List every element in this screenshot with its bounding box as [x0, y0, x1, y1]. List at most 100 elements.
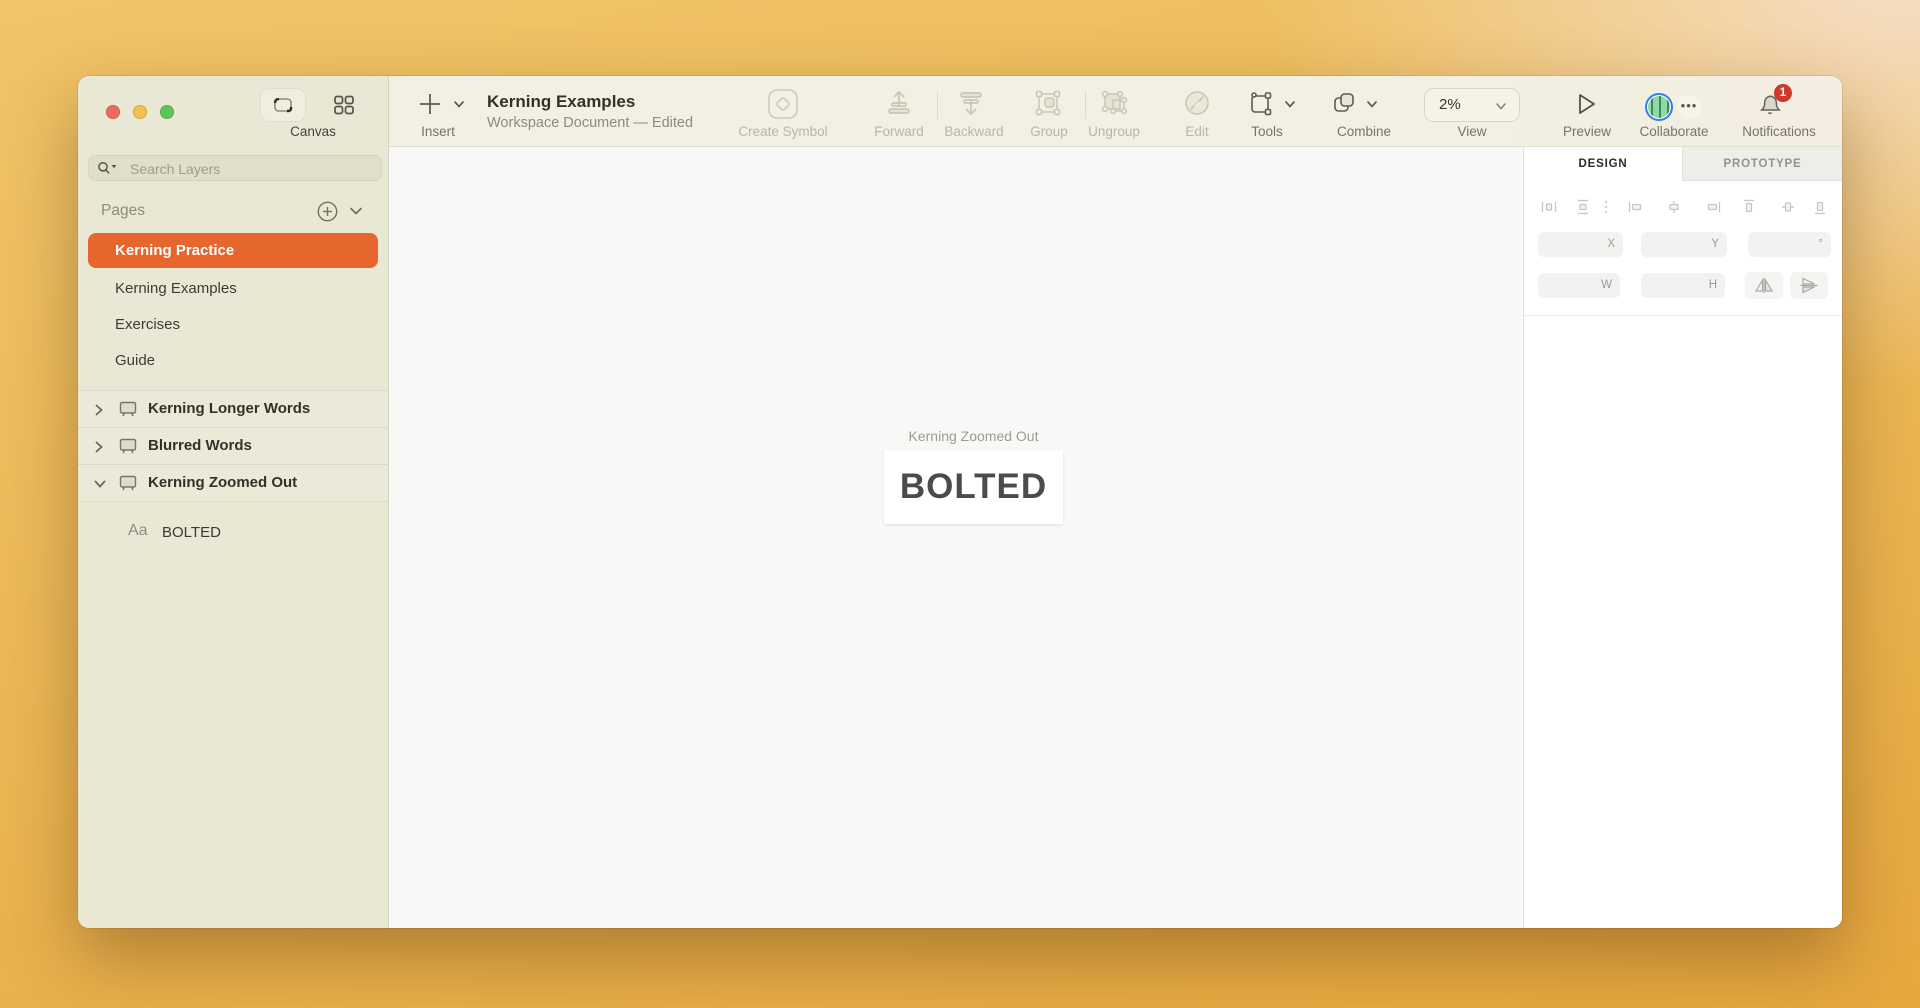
close-button[interactable] — [106, 105, 120, 119]
backward-label: Backward — [929, 124, 1019, 139]
distribute-horizontally-icon — [1541, 199, 1557, 215]
search-field[interactable] — [88, 155, 382, 181]
layer-name: BOLTED — [162, 524, 221, 541]
toolbar-separator — [1085, 91, 1086, 119]
combine-label[interactable]: Combine — [1324, 124, 1404, 139]
text-layer-icon: Aa — [128, 522, 148, 540]
components-view-button[interactable] — [332, 93, 356, 117]
y-field-label: Y — [1711, 238, 1719, 250]
inspector-panel: DESIGN PROTOTYPE — [1523, 147, 1842, 928]
sketch-app-window: Canvas Pages Kerning Practice Kerning Ex… — [78, 76, 1842, 928]
align-center-horizontally-icon — [1666, 199, 1682, 215]
page-label: Exercises — [115, 316, 180, 333]
page-item-kerning-practice[interactable]: Kerning Practice — [88, 233, 378, 268]
x-position-field: X — [1538, 232, 1623, 257]
ungroup-label: Ungroup — [1074, 124, 1154, 139]
artboard-row-kerning-longer-words[interactable]: Kerning Longer Words — [78, 390, 388, 427]
collaborate-more-icon[interactable]: ••• — [1677, 95, 1701, 119]
toolbar: Insert Kerning Examples Workspace Docume… — [389, 76, 1842, 147]
chevron-down-icon[interactable] — [94, 479, 106, 489]
sidebar: Canvas Pages Kerning Practice Kerning Ex… — [78, 76, 389, 928]
tools-label[interactable]: Tools — [1237, 124, 1297, 139]
distribute-vertically-icon — [1575, 199, 1591, 215]
collaborator-avatar[interactable] — [1645, 93, 1673, 121]
rotation-field-label: ° — [1818, 238, 1823, 250]
align-right-icon — [1705, 199, 1721, 215]
artboard-title-label[interactable]: Kerning Zoomed Out — [884, 428, 1063, 444]
notifications-label[interactable]: Notifications — [1729, 124, 1829, 139]
tools-chevron-icon[interactable] — [1284, 100, 1296, 109]
rotation-field: ° — [1748, 232, 1831, 257]
tools-icon[interactable] — [1247, 90, 1275, 118]
chevron-down-icon — [1495, 102, 1507, 111]
create-symbol-label: Create Symbol — [733, 124, 833, 139]
view-label: View — [1437, 124, 1507, 139]
canvas-view-label: Canvas — [253, 124, 373, 139]
page-item-exercises[interactable]: Exercises — [88, 307, 378, 342]
artboard-name: Blurred Words — [148, 437, 252, 454]
canvas-frame-icon — [272, 94, 294, 116]
ungroup-icon — [1099, 89, 1129, 117]
height-field-label: H — [1709, 279, 1717, 291]
move-backward-icon — [956, 88, 986, 118]
pages-collapse-chevron-icon[interactable] — [349, 206, 363, 216]
artboard-row-kerning-zoomed-out[interactable]: Kerning Zoomed Out — [78, 464, 388, 502]
align-top-icon — [1741, 199, 1757, 215]
document-title: Kerning Examples — [487, 92, 635, 112]
chevron-right-icon[interactable] — [94, 441, 104, 453]
pages-header: Pages — [101, 202, 145, 220]
divider-dots-icon — [1604, 199, 1608, 215]
inspector-divider — [1524, 315, 1842, 316]
collaborate-label[interactable]: Collaborate — [1629, 124, 1719, 139]
insert-chevron-icon[interactable] — [453, 100, 465, 109]
notification-badge: 1 — [1774, 84, 1792, 102]
create-symbol-icon — [766, 87, 800, 121]
minimize-button[interactable] — [133, 105, 147, 119]
preview-play-icon[interactable] — [1575, 91, 1599, 117]
tab-design[interactable]: DESIGN — [1524, 147, 1682, 181]
group-icon — [1034, 89, 1062, 117]
align-bottom-icon — [1812, 199, 1828, 215]
zoom-button[interactable] — [160, 105, 174, 119]
flip-horizontal-button — [1745, 272, 1783, 299]
flip-vertical-button — [1790, 272, 1828, 299]
avatar-image — [1648, 96, 1670, 118]
move-forward-icon — [884, 88, 914, 118]
zoom-level-value: 2% — [1439, 96, 1461, 113]
width-field-label: W — [1601, 279, 1612, 291]
forward-label: Forward — [859, 124, 939, 139]
page-label: Kerning Practice — [115, 242, 234, 259]
artboard-icon — [118, 400, 138, 418]
align-left-icon — [1628, 199, 1644, 215]
chevron-right-icon[interactable] — [94, 404, 104, 416]
height-field: H — [1641, 273, 1725, 298]
toolbar-separator — [937, 91, 938, 119]
artboard-name: Kerning Zoomed Out — [148, 474, 297, 491]
add-page-button[interactable] — [317, 201, 338, 222]
artboard-icon — [118, 437, 138, 455]
combine-chevron-icon[interactable] — [1366, 100, 1378, 109]
desktop-background: Canvas Pages Kerning Practice Kerning Ex… — [0, 0, 1920, 1008]
artboard-kerning-zoomed-out[interactable]: BOLTED — [884, 450, 1063, 524]
insert-label[interactable]: Insert — [403, 124, 473, 139]
preview-label[interactable]: Preview — [1547, 124, 1627, 139]
artboard-icon — [118, 474, 138, 492]
artboard-row-blurred-words[interactable]: Blurred Words — [78, 427, 388, 464]
artboard-name: Kerning Longer Words — [148, 400, 310, 417]
layer-row-bolted-text[interactable]: Aa BOLTED — [78, 516, 388, 550]
page-item-guide[interactable]: Guide — [88, 343, 378, 378]
tab-prototype[interactable]: PROTOTYPE — [1682, 147, 1842, 181]
combine-icon[interactable] — [1330, 89, 1358, 117]
canvas[interactable]: Kerning Zoomed Out BOLTED — [389, 147, 1523, 928]
insert-plus-icon[interactable] — [417, 91, 443, 117]
zoom-level-dropdown[interactable]: 2% — [1424, 88, 1520, 122]
width-field: W — [1538, 273, 1620, 298]
page-label: Kerning Examples — [115, 280, 237, 297]
bolted-text-layer[interactable]: BOLTED — [884, 467, 1063, 507]
edit-pencil-icon — [1183, 89, 1211, 117]
edit-label: Edit — [1167, 124, 1227, 139]
inspector-tabbar: DESIGN PROTOTYPE — [1524, 147, 1842, 181]
page-item-kerning-examples[interactable]: Kerning Examples — [88, 271, 378, 306]
x-field-label: X — [1607, 238, 1615, 250]
search-input[interactable] — [128, 156, 372, 182]
